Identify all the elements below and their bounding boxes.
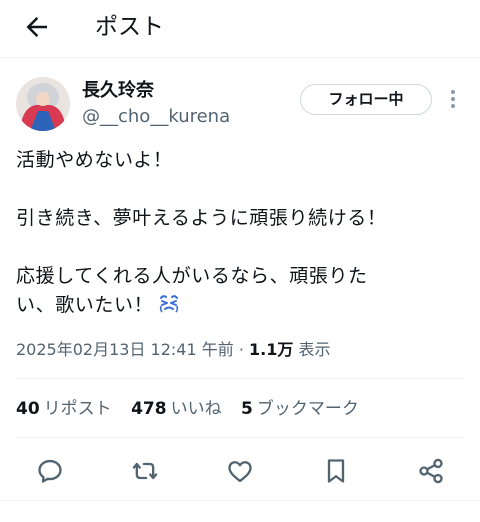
more-options-icon[interactable] (448, 88, 458, 112)
tweet-line: 応援してくれる人がいるなら、頑張りた (16, 265, 368, 287)
share-icon (419, 458, 443, 484)
like-icon (228, 461, 252, 483)
divider (16, 378, 464, 379)
page-title: ポスト (95, 14, 164, 40)
engagement-stats: 40 リポスト 478 いいね 5 ブックマーク (16, 396, 373, 422)
tweet-line: 引き続き、夢叶えるように頑張り続ける！ (16, 207, 387, 229)
action-bar (0, 452, 480, 490)
like-button[interactable] (226, 457, 254, 485)
bookmark-button[interactable] (322, 457, 350, 485)
likes-count: 478 (131, 399, 167, 419)
bookmarks-count: 5 (240, 399, 253, 419)
header-divider (0, 57, 480, 58)
bookmark-icon (327, 459, 345, 483)
likes-label: いいね (170, 399, 222, 419)
share-button[interactable] (417, 457, 445, 485)
tweet-meta: 2025年02月13日 12:41 午前 · 1.1万 表示 (16, 338, 330, 362)
tweet-text: 活動やめないよ！ 引き続き、夢叶えるように頑張り続ける！ 応援してくれる人がいる… (16, 146, 466, 320)
crying-face-icon (160, 295, 179, 313)
tweet-line: 活動やめないよ！ (16, 149, 173, 171)
views-label: 表示 (298, 340, 331, 359)
reply-button[interactable] (36, 457, 64, 485)
display-name[interactable]: 長久玲奈 (82, 79, 154, 103)
divider (0, 500, 480, 501)
back-arrow-icon[interactable] (22, 12, 52, 42)
header: ポスト (0, 0, 480, 56)
likes-stat[interactable]: 478 いいね (131, 399, 222, 419)
meta-separator: · (238, 340, 244, 359)
reposts-stat[interactable]: 40 リポスト (16, 399, 112, 419)
divider (16, 437, 464, 438)
repost-button[interactable] (131, 457, 159, 485)
bookmarks-stat[interactable]: 5 ブックマーク (241, 399, 359, 419)
tweet-line-text: い、歌いたい！ (16, 294, 154, 316)
reposts-count: 40 (16, 399, 40, 419)
user-handle[interactable]: @__cho__kurena (82, 105, 230, 129)
tweet-line-last: い、歌いたい！ (16, 291, 466, 320)
avatar[interactable] (16, 77, 70, 131)
views-count: 1.1万 (249, 340, 294, 359)
reply-icon (38, 459, 62, 483)
reposts-label: リポスト (43, 399, 112, 419)
following-button[interactable]: フォロー中 (300, 84, 432, 115)
timestamp[interactable]: 2025年02月13日 12:41 午前 (16, 340, 234, 359)
repost-icon (132, 462, 158, 480)
bookmarks-label: ブックマーク (256, 399, 359, 419)
